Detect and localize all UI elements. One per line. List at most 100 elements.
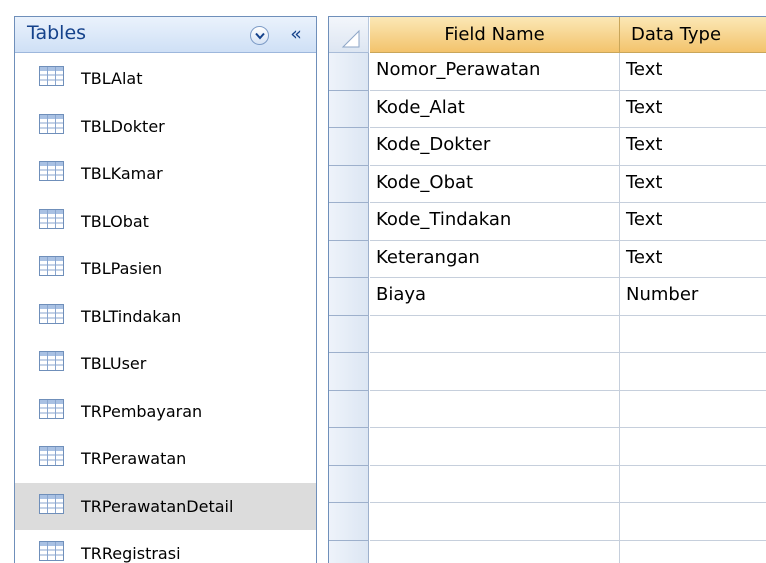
data-type-cell[interactable]: Text [620, 166, 766, 203]
column-header-field-name[interactable]: Field Name [370, 17, 620, 53]
table-icon [39, 541, 64, 561]
field-name-cell[interactable] [370, 315, 620, 353]
field-row: Keterangan Text [329, 240, 766, 278]
field-name-cell[interactable] [370, 465, 620, 503]
table-icon [39, 398, 64, 419]
nav-item-table[interactable]: TRPerawatanDetail [15, 482, 316, 530]
row-selector[interactable] [329, 278, 369, 316]
table-icon [39, 256, 64, 276]
row-selector[interactable] [329, 90, 369, 128]
field-row [329, 503, 766, 541]
table-icon [39, 446, 64, 466]
data-type-cell[interactable]: Text [620, 241, 766, 278]
nav-item-table[interactable]: TBLDokter [15, 103, 316, 151]
data-type-cell[interactable]: Text [620, 203, 766, 241]
field-name-cell[interactable]: Kode_Alat [370, 90, 620, 128]
nav-item-table[interactable]: TRPerawatan [15, 435, 316, 483]
nav-item-label: TBLTindakan [81, 306, 182, 326]
data-type-cell[interactable] [620, 541, 766, 563]
data-type-cell[interactable] [620, 428, 766, 466]
nav-item-table[interactable]: TBLPasien [15, 245, 316, 293]
field-name-cell[interactable] [370, 353, 620, 391]
data-type-cell[interactable] [620, 391, 766, 428]
nav-item-label: TBLDokter [81, 116, 165, 136]
row-selector[interactable] [329, 128, 369, 166]
table-icon [39, 161, 64, 181]
table-icon [39, 303, 64, 324]
field-row [329, 353, 766, 391]
select-all-corner[interactable] [329, 17, 369, 53]
row-selector[interactable] [329, 165, 369, 203]
data-type-cell[interactable]: Text [620, 53, 766, 91]
nav-item-label: TBLObat [81, 211, 149, 231]
collapse-pane-button[interactable]: « [283, 22, 309, 46]
field-name-cell[interactable] [370, 503, 620, 541]
field-rows: Nomor_Perawatan Text Kode_Alat Text Kode_Dok… [329, 53, 766, 563]
field-name-cell[interactable]: Kode_Tindakan [370, 203, 620, 241]
data-type-cell[interactable] [620, 503, 766, 541]
corner-triangle-icon [341, 29, 360, 48]
nav-item-table[interactable]: TBLUser [15, 340, 316, 388]
nav-item-label: TRRegistrasi [81, 544, 181, 563]
field-name-cell[interactable]: Nomor_Perawatan [370, 53, 620, 91]
table-list: TBLAlat TBLDokter TBLKamar TBLObat TBLPasien… [15, 55, 316, 563]
navigation-pane-title: Tables [27, 22, 87, 44]
nav-item-label: TBLUser [81, 354, 147, 373]
field-row: Nomor_Perawatan Text [329, 53, 766, 91]
nav-item-table[interactable]: TBLTindakan [15, 293, 316, 341]
row-selector[interactable] [329, 540, 369, 563]
chevron-down-icon [254, 32, 265, 40]
row-selector[interactable] [329, 315, 369, 353]
nav-item-label: TBLPasien [81, 259, 163, 278]
data-type-cell[interactable]: Number [620, 278, 766, 316]
row-selector[interactable] [329, 428, 369, 466]
field-row [329, 540, 766, 563]
row-selector[interactable] [329, 353, 369, 391]
field-row [329, 315, 766, 353]
field-row [329, 428, 766, 466]
navigation-pane: Tables « TBLAlat TBLDokter TBLKamar TBLObat… [14, 16, 317, 563]
row-selector[interactable] [329, 503, 369, 541]
nav-item-label: TRPembayaran [81, 401, 203, 421]
field-row: Kode_Alat Text [329, 90, 766, 128]
field-name-cell[interactable] [370, 428, 620, 466]
table-icon [39, 351, 64, 371]
nav-item-table[interactable]: TRPembayaran [15, 388, 316, 436]
field-name-cell[interactable] [370, 390, 620, 428]
table-design-grid: Field Name Data Type Nomor_Perawatan Text… [328, 16, 766, 563]
data-type-cell[interactable]: Text [620, 91, 766, 128]
data-type-cell[interactable] [620, 316, 766, 353]
row-selector[interactable] [329, 203, 369, 241]
field-row: Kode_Obat Text [329, 165, 766, 203]
nav-item-label: TRPerawatanDetail [81, 496, 234, 516]
field-name-cell[interactable] [370, 540, 620, 563]
field-name-cell[interactable]: Keterangan [370, 240, 620, 278]
field-name-cell[interactable]: Kode_Dokter [370, 128, 620, 166]
table-icon [39, 208, 64, 229]
row-selector[interactable] [329, 390, 369, 428]
field-name-cell[interactable]: Kode_Obat [370, 165, 620, 203]
row-selector[interactable] [329, 240, 369, 278]
row-selector[interactable] [329, 53, 369, 91]
field-row: Kode_Dokter Text [329, 128, 766, 166]
field-row: Biaya Number [329, 278, 766, 316]
data-type-cell[interactable] [620, 353, 766, 391]
category-dropdown-button[interactable] [250, 26, 269, 45]
nav-item-table[interactable]: TBLKamar [15, 150, 316, 198]
table-icon [39, 66, 64, 86]
nav-item-table[interactable]: TBLAlat [15, 55, 316, 103]
nav-item-label: TBLAlat [81, 69, 143, 88]
nav-item-table[interactable]: TRRegistrasi [15, 530, 316, 563]
nav-item-label: TBLKamar [81, 164, 163, 183]
table-icon [39, 493, 64, 514]
data-type-cell[interactable] [620, 466, 766, 503]
field-name-cell[interactable]: Biaya [370, 278, 620, 316]
table-icon [39, 113, 64, 134]
row-selector[interactable] [329, 465, 369, 503]
navigation-pane-header: Tables « [15, 17, 316, 53]
data-type-cell[interactable]: Text [620, 128, 766, 166]
nav-item-table[interactable]: TBLObat [15, 198, 316, 246]
column-header-data-type[interactable]: Data Type [620, 17, 766, 53]
field-row [329, 390, 766, 428]
nav-item-label: TRPerawatan [81, 449, 187, 468]
